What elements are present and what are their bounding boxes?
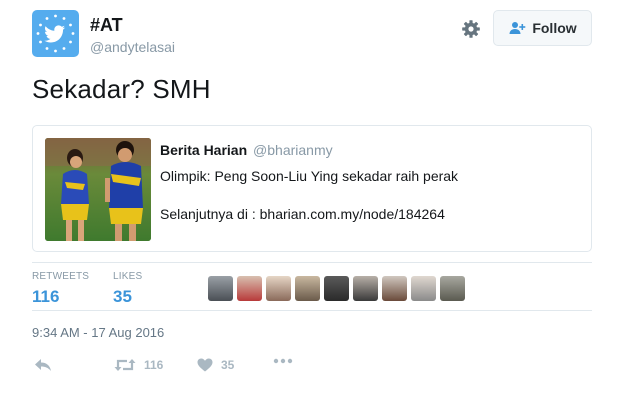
tweet-text: Sekadar? SMH — [32, 74, 211, 104]
liker-avatar[interactable] — [208, 276, 233, 301]
add-user-icon — [509, 22, 526, 34]
retweets-count: 116 — [32, 287, 60, 306]
retweets-label: RETWEETS — [32, 271, 90, 282]
divider — [32, 262, 592, 263]
quoted-text-line1: Olimpik: Peng Soon-Liu Ying sekadar raih… — [160, 168, 459, 184]
follow-button[interactable]: Follow — [493, 10, 592, 46]
retweet-count: 116 — [144, 358, 164, 372]
heart-icon — [197, 358, 213, 372]
liker-avatar[interactable] — [411, 276, 436, 301]
display-name[interactable]: #AT — [90, 15, 123, 36]
liker-avatar[interactable] — [353, 276, 378, 301]
like-count: 35 — [221, 358, 235, 372]
avatar[interactable] — [32, 10, 79, 57]
quoted-author-handle: @bharianmy — [253, 142, 333, 158]
divider — [32, 310, 592, 311]
retweet-icon — [114, 359, 136, 371]
liker-avatar[interactable] — [237, 276, 262, 301]
tweet-timestamp[interactable]: 9:34 AM - 17 Aug 2016 — [32, 325, 164, 340]
likes-label: LIKES — [113, 271, 143, 282]
quoted-tweet-photo[interactable] — [45, 138, 151, 241]
more-action[interactable] — [273, 358, 293, 364]
likes-stat[interactable]: LIKES 35 — [113, 271, 142, 307]
twitter-bird-icon — [36, 14, 75, 53]
username[interactable]: @andytelasai — [90, 39, 175, 55]
follow-label: Follow — [532, 20, 577, 36]
likes-count: 35 — [113, 287, 132, 306]
reply-action[interactable] — [34, 358, 52, 372]
quoted-author-name: Berita Harian — [160, 142, 248, 158]
reply-icon — [35, 359, 51, 371]
liker-avatar[interactable] — [440, 276, 465, 301]
retweets-stat[interactable]: RETWEETS 116 — [32, 271, 89, 307]
liker-avatar[interactable] — [324, 276, 349, 301]
quoted-tweet-card[interactable]: Berita Harian @bharianmy Olimpik: Peng S… — [32, 125, 592, 252]
quoted-text-line2: Selanjutnya di : bharian.com.my/node/184… — [160, 206, 445, 222]
gear-icon[interactable] — [461, 19, 481, 39]
more-dots-icon — [273, 358, 293, 364]
liker-avatar[interactable] — [295, 276, 320, 301]
liker-avatar[interactable] — [382, 276, 407, 301]
quoted-author[interactable]: Berita Harian @bharianmy — [160, 142, 333, 158]
liker-avatar[interactable] — [266, 276, 291, 301]
retweet-action[interactable]: 116 — [114, 358, 163, 372]
like-action[interactable]: 35 — [197, 358, 234, 372]
likers-avatars — [208, 276, 465, 301]
